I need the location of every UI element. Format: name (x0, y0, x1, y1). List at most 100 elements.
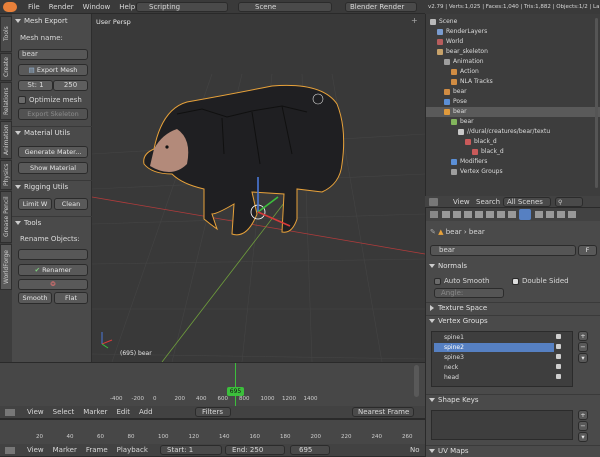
outliner-row[interactable]: Vertex Groups (426, 167, 600, 177)
constraints-tab-icon[interactable] (486, 211, 494, 218)
renamer-button[interactable]: ✔ Renamer (18, 264, 88, 276)
vertex-group-item[interactable]: head (434, 373, 554, 382)
vertex-group-list[interactable]: spine1 spine2 spine3 neck head (431, 331, 573, 387)
outliner-display-select[interactable]: All Scenes (503, 197, 551, 207)
pin-icon[interactable]: ✎ (430, 228, 438, 236)
shape-keys-panel-header[interactable]: Shape Keys (429, 395, 478, 406)
scene-tab-icon[interactable] (453, 211, 461, 218)
vertex-group-item[interactable]: spine1 (434, 333, 554, 342)
angle-field[interactable]: Angle: (434, 288, 504, 298)
mesh-datablock-field[interactable]: bear (430, 245, 576, 256)
export-skeleton-button[interactable]: Export Skeleton (18, 108, 88, 120)
physics-tab-icon[interactable] (568, 211, 576, 218)
filters-toggle[interactable]: Filters (195, 407, 231, 417)
current-frame-badge[interactable]: 695 (227, 387, 244, 396)
outliner-row[interactable]: Modifiers (426, 157, 600, 167)
outliner-search-input[interactable]: ⚲ (555, 197, 583, 207)
outliner-row[interactable]: bear_skeleton (426, 47, 600, 57)
scene-select[interactable]: Scene (238, 2, 332, 12)
remove-vertex-group-button[interactable]: − (578, 342, 588, 352)
graph-editor-icon[interactable] (5, 409, 15, 416)
outliner-row[interactable]: Scene (426, 17, 600, 27)
outliner-row[interactable]: Animation (426, 57, 600, 67)
layout-select[interactable]: Scripting (136, 2, 228, 12)
menu-edit[interactable]: Edit (116, 408, 130, 416)
rename-input[interactable] (18, 249, 88, 260)
optimize-mesh-checkbox[interactable]: Optimize mesh (18, 95, 82, 105)
timeline-editor-icon[interactable] (5, 447, 15, 454)
menu-render[interactable]: Render (49, 3, 74, 11)
outliner-search-menu[interactable]: Search (476, 198, 500, 206)
auto-snap-select[interactable]: Nearest Frame (352, 407, 414, 417)
render-engine-select[interactable]: Blender Render (345, 2, 417, 12)
particles-tab-icon[interactable] (557, 211, 565, 218)
tab-worldforge[interactable]: WorldForge (0, 244, 12, 290)
limit-weights-button[interactable]: Limit W (18, 198, 52, 210)
vertex-group-specials-button[interactable]: ▾ (578, 353, 588, 363)
tab-create[interactable]: Create (0, 53, 12, 81)
outliner-scrollbar[interactable] (595, 18, 598, 188)
start-frame-field[interactable]: St: 1 (18, 80, 53, 91)
blender-icon[interactable] (3, 2, 17, 12)
menu-select[interactable]: Select (53, 408, 75, 416)
modifiers-tab-icon[interactable] (497, 211, 505, 218)
lock-icon[interactable] (556, 354, 561, 359)
properties-editor-icon[interactable] (430, 211, 438, 218)
add-vertex-group-button[interactable]: + (578, 331, 588, 341)
menu-view[interactable]: View (27, 408, 44, 416)
mesh-data-tab-icon[interactable] (508, 211, 516, 218)
tools-header[interactable]: Tools (15, 218, 41, 229)
texture-tab-icon[interactable] (546, 211, 554, 218)
tab-grease-pencil[interactable]: Grease Pencil (0, 191, 12, 243)
outliner-row[interactable]: bear (426, 87, 600, 97)
vertex-group-item[interactable]: spine2 (434, 343, 554, 352)
world-tab-icon[interactable] (464, 211, 472, 218)
texture-space-panel-header[interactable]: Texture Space (429, 303, 487, 314)
graph-editor[interactable]: -400 -200 0 200 400 600 800 1000 1200 1400 695 (0, 362, 425, 407)
smooth-button[interactable]: Smooth (18, 292, 52, 304)
menu-view[interactable]: View (27, 446, 44, 454)
lock-icon[interactable] (556, 344, 561, 349)
vertex-group-item[interactable]: spine3 (434, 353, 554, 362)
menu-playback[interactable]: Playback (117, 446, 148, 454)
outliner-row[interactable]: RenderLayers (426, 27, 600, 37)
outliner-row[interactable]: bear (426, 117, 600, 127)
menu-add[interactable]: Add (139, 408, 153, 416)
menu-marker[interactable]: Marker (83, 408, 107, 416)
material-utils-header[interactable]: Material Utils (15, 128, 70, 139)
active-data-tab-icon[interactable] (519, 209, 531, 220)
object-tab-icon[interactable] (475, 211, 483, 218)
render-tab-icon[interactable] (442, 211, 450, 218)
keying-label[interactable]: No (410, 446, 420, 454)
outliner-view-menu[interactable]: View (453, 198, 470, 206)
export-mesh-button[interactable]: ▤ Export Mesh (18, 64, 88, 76)
3d-viewport[interactable]: User Persp (695) bear + (92, 14, 425, 362)
clean-button[interactable]: Clean (54, 198, 88, 210)
menu-file[interactable]: File (28, 3, 40, 11)
menu-help[interactable]: Help (119, 3, 135, 11)
menu-marker[interactable]: Marker (53, 446, 77, 454)
lock-icon[interactable] (556, 334, 561, 339)
corner-widget[interactable]: + (411, 16, 418, 25)
tab-animation[interactable]: Animation (0, 121, 12, 159)
remove-shape-key-button[interactable]: − (578, 421, 588, 431)
outliner-row[interactable]: World (426, 37, 600, 47)
show-material-button[interactable]: Show Material (18, 162, 88, 174)
tab-tools[interactable]: Tools (0, 16, 12, 52)
mesh-name-input[interactable]: bear (18, 49, 88, 60)
lock-icon[interactable] (556, 374, 561, 379)
outliner-row[interactable]: Action (426, 67, 600, 77)
graph-scrollbar[interactable] (414, 365, 419, 397)
outliner-row[interactable]: bear (426, 107, 600, 117)
tab-relations[interactable]: Relations (0, 82, 12, 120)
smooth-shading-icon-button[interactable]: ❂ (18, 279, 88, 290)
flat-button[interactable]: Flat (54, 292, 88, 304)
uv-maps-panel-header[interactable]: UV Maps (429, 446, 469, 457)
outliner-row[interactable]: black_d (426, 137, 600, 147)
auto-smooth-checkbox[interactable]: Auto Smooth (434, 277, 490, 286)
end-frame-field[interactable]: End: 250 (225, 445, 285, 455)
generate-material-button[interactable]: Generate Mater... (18, 146, 88, 158)
current-frame-field[interactable]: 695 (290, 445, 330, 455)
rigging-utils-header[interactable]: Rigging Utils (15, 182, 68, 193)
outliner-editor-icon[interactable] (429, 198, 438, 206)
